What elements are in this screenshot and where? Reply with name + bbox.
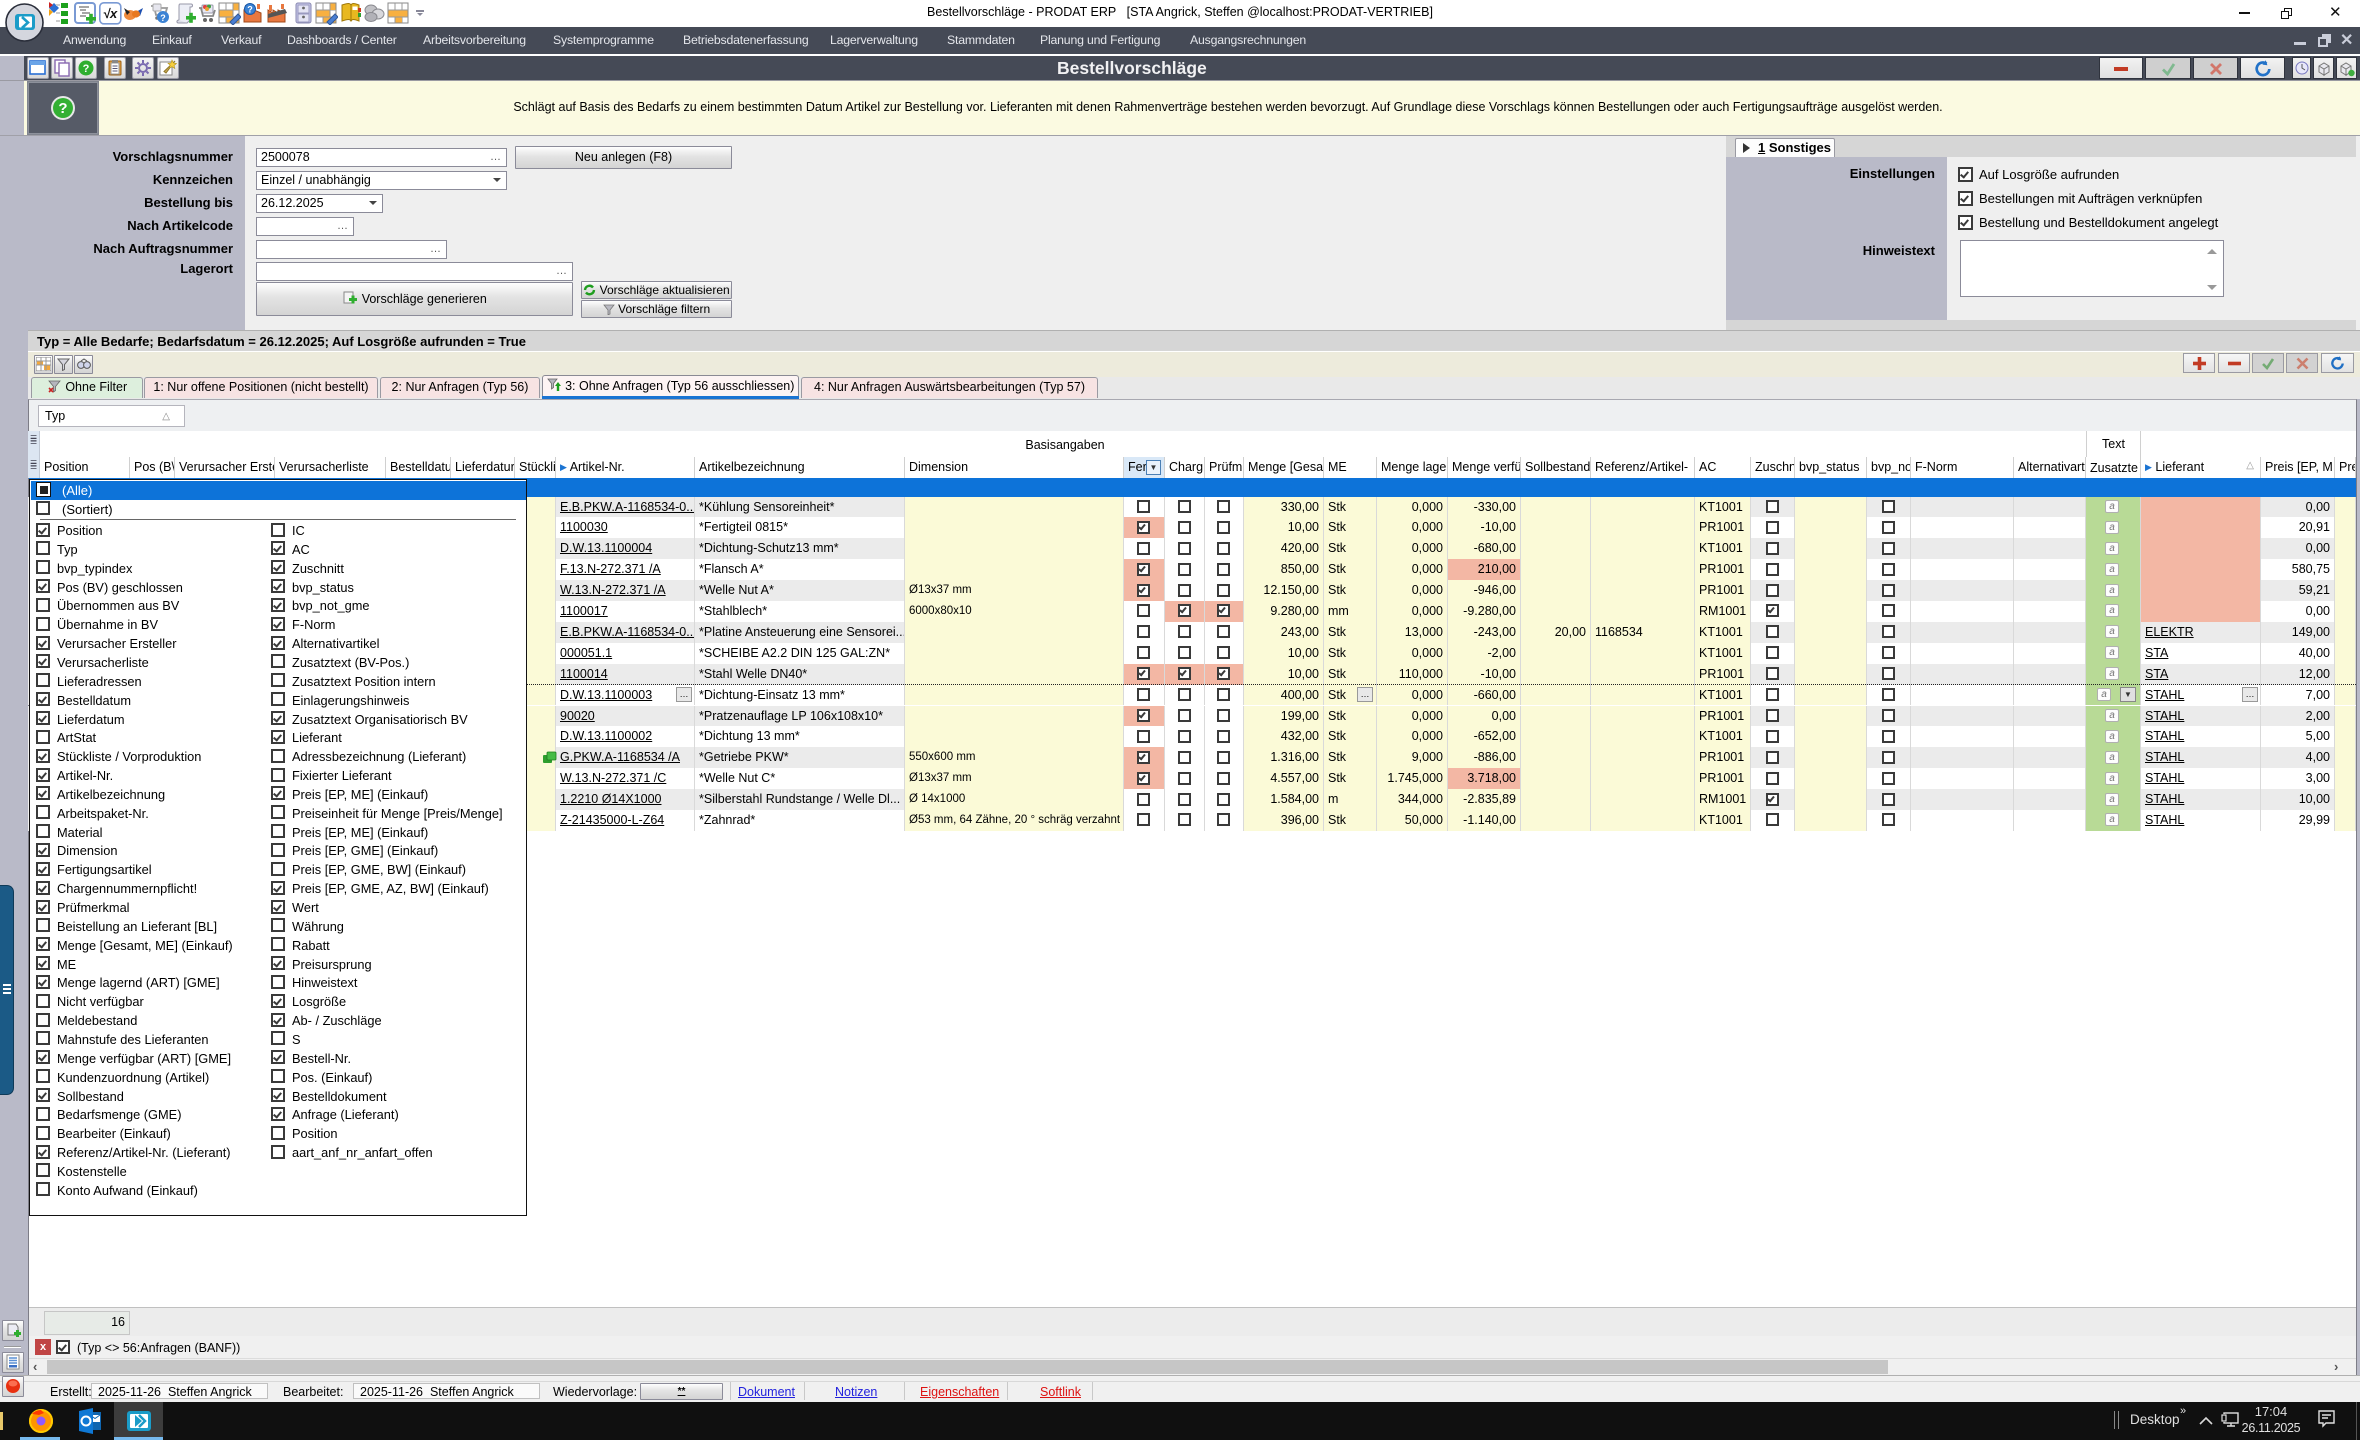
svg-text:√x: √x xyxy=(103,6,118,21)
svg-text:?: ? xyxy=(58,100,67,117)
svg-text:?: ? xyxy=(247,5,253,15)
svg-text:?: ? xyxy=(83,63,90,75)
svg-text:?: ? xyxy=(160,13,166,23)
